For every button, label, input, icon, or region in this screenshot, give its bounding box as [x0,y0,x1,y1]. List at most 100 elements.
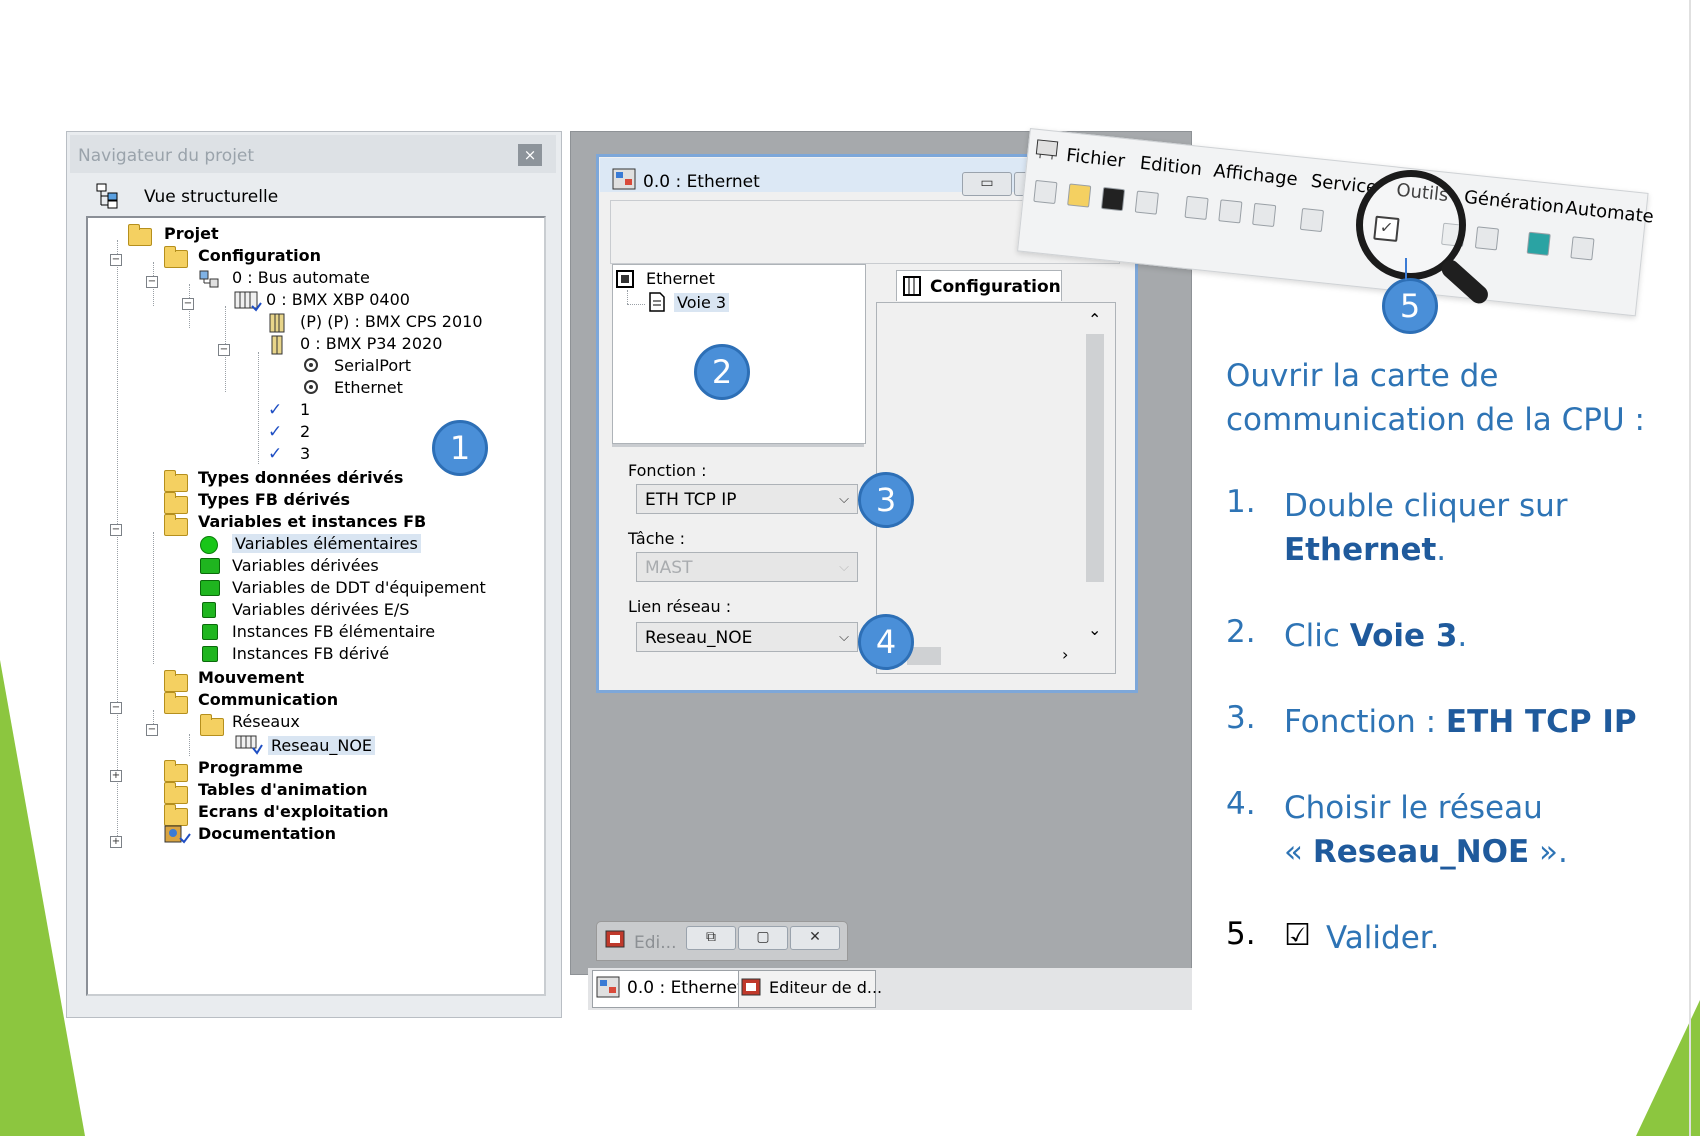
network-icon [235,735,263,755]
step-1-text: Double cliquer sur [1284,488,1568,524]
close-button[interactable]: ✕ [790,926,840,950]
tree-item-mouvement[interactable]: Mouvement [198,668,304,688]
chevron-right-icon[interactable]: › [1062,645,1068,664]
checkmark-icon: ✓ [268,422,283,442]
undo-icon[interactable] [1299,207,1325,233]
folder-open-icon [164,246,188,268]
folder-open-icon [164,514,188,536]
tree-item-serialport[interactable]: SerialPort [334,356,411,376]
new-file-icon[interactable] [1033,179,1058,205]
menu-fichier[interactable]: Fichier [1065,145,1126,172]
print-icon[interactable] [1134,190,1159,215]
tree-item-variables-elementaires[interactable]: Variables élémentaires [232,534,421,554]
tree-item-variables-ddt[interactable]: Variables de DDT d'équipement [232,578,486,598]
step-4-number: 4. [1226,786,1256,822]
paste-icon[interactable] [1252,202,1277,228]
fb-instance-icon [202,646,218,662]
project-tree: − − − − − − − + + Projet Configuration 0… [86,216,546,996]
tree-item-ecrans[interactable]: Ecrans d'exploitation [198,802,388,822]
transfer-icon[interactable] [1570,236,1595,261]
app-menu-icon [1035,139,1059,160]
folder-icon [128,224,152,246]
bus-icon [199,270,219,288]
tree-item-variables-es[interactable]: Variables dérivées E/S [232,600,409,620]
tree-item-programme[interactable]: Programme [198,758,303,778]
editor-icon [605,930,625,948]
cut-icon[interactable] [1218,199,1243,224]
copy-icon[interactable] [1184,195,1209,220]
navigator-title: Navigateur du projet [78,146,255,166]
tree-item-communication[interactable]: Communication [198,690,338,710]
scrollbar-thumb[interactable] [1086,334,1104,582]
open-folder-icon[interactable] [1067,183,1092,208]
lien-reseau-select[interactable]: Reseau_NOE ⌵ [636,622,858,652]
configuration-content [876,302,1116,674]
tache-label: Tâche : [628,529,685,548]
tree-item-bmx-p34[interactable]: 0 : BMX P34 2020 [300,334,442,354]
badge-connector [1405,258,1407,280]
step-2-number: 2. [1226,614,1256,650]
structural-view-label: Vue structurelle [144,187,279,207]
tree-item-bmx-xbp[interactable]: 0 : BMX XBP 0400 [266,290,410,310]
step-3-text: Fonction : ETH TCP IP [1284,704,1637,740]
folder-icon [164,492,188,514]
folder-open-icon [164,692,188,714]
chevron-down-icon: ⌵ [839,630,849,645]
menu-affichage[interactable]: Affichage [1212,160,1298,190]
tree-item-tables-animation[interactable]: Tables d'animation [198,780,368,800]
tab-configuration-label: Configuration [930,277,1061,297]
tree-item-projet[interactable]: Projet [164,224,219,244]
checkmark-icon: ✓ [268,444,283,464]
screen-icon[interactable] [1526,231,1551,256]
variable-icon [200,580,220,596]
tree-item-instances-fb-elem[interactable]: Instances FB élémentaire [232,622,435,642]
tree-item-bus-automate[interactable]: 0 : Bus automate [232,268,370,288]
tache-select: MAST ⌵ [636,552,858,582]
folder-icon [164,782,188,804]
tree-item-types-fb[interactable]: Types FB dérivés [198,490,350,510]
minimized-window-label: Edi... [634,933,677,953]
maximize-button[interactable]: ▢ [738,926,788,950]
channel-tree-root[interactable]: Ethernet [646,269,715,288]
restore-button[interactable]: ⧉ [686,926,736,950]
channel-voie-3[interactable]: Voie 3 [674,293,730,312]
chevron-down-icon[interactable]: ⌄ [1088,620,1101,639]
menu-generation[interactable]: Génération [1463,187,1565,218]
tree-item-reseaux[interactable]: Réseaux [232,712,300,732]
analyze-icon[interactable] [1474,226,1500,251]
folder-icon [164,670,188,692]
variable-icon [200,536,218,554]
tree-item-types-donnees[interactable]: Types données dérivés [198,468,403,488]
tree-view-icon [96,183,118,209]
chevron-down-icon: ⌵ [839,492,849,507]
save-icon[interactable] [1100,186,1126,212]
tree-item-slot-1[interactable]: 1 [300,400,310,420]
chevron-up-icon[interactable]: ⌃ [1088,310,1101,329]
tree-item-instances-fb-derive[interactable]: Instances FB dérivé [232,644,389,664]
network-config-icon [596,976,620,998]
minimize-button[interactable]: ▭ [962,172,1012,196]
lien-reseau-label: Lien réseau : [628,597,732,616]
tree-item-variables-derivees[interactable]: Variables dérivées [232,556,379,576]
port-icon [304,380,318,394]
checkmark-icon: ✓ [268,400,283,420]
tree-item-configuration[interactable]: Configuration [198,246,321,266]
tree-item-documentation[interactable]: Documentation [198,824,336,844]
step-badge-4: 4 [858,614,914,670]
documentation-icon [164,825,191,844]
tree-item-reseau-noe[interactable]: Reseau_NOE [268,736,376,756]
menu-automate[interactable]: Automate [1564,197,1654,227]
tree-item-variables-instances[interactable]: Variables et instances FB [198,512,426,532]
fonction-select[interactable]: ETH TCP IP ⌵ [636,484,858,514]
close-icon[interactable]: × [518,144,542,166]
tree-item-bmx-cps[interactable]: (P) (P) : BMX CPS 2010 [300,312,483,332]
step-badge-3: 3 [858,472,914,528]
folder-open-icon [200,714,224,736]
step-badge-5: 5 [1382,278,1438,334]
tree-item-slot-3[interactable]: 3 [300,444,310,464]
tree-item-slot-2[interactable]: 2 [300,422,310,442]
step-5-number: 5. [1226,916,1256,952]
fonction-label: Fonction : [628,461,707,480]
tree-item-ethernet[interactable]: Ethernet [334,378,403,398]
menu-edition[interactable]: Edition [1139,153,1203,180]
